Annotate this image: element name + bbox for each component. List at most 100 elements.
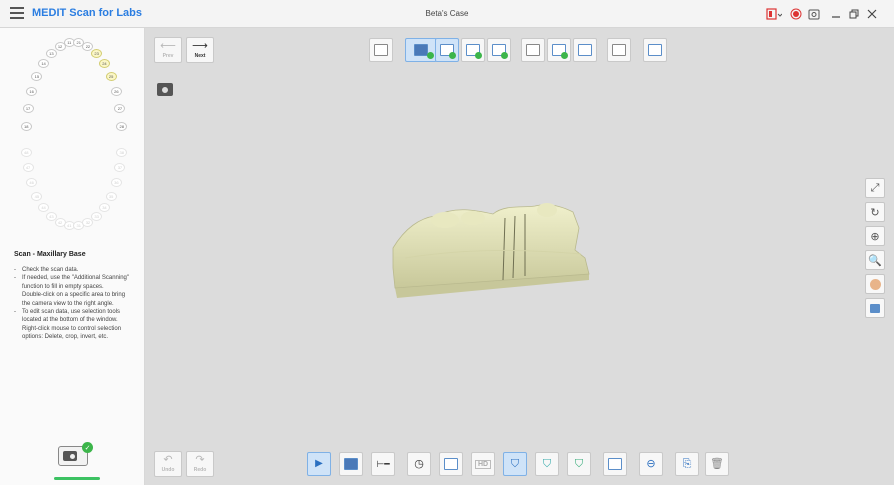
trash-icon: 🗑	[710, 457, 724, 470]
minimize-icon[interactable]	[828, 6, 844, 22]
scanner-settings-button[interactable]	[339, 452, 363, 476]
stage-die-button[interactable]	[461, 38, 485, 62]
scanner-status[interactable]: ✓	[56, 442, 93, 468]
export-button[interactable]: ⎘	[675, 452, 699, 476]
base-scan-icon	[444, 458, 458, 470]
check-icon	[561, 52, 568, 59]
camera-icon[interactable]	[157, 83, 173, 96]
additional-scan-button[interactable]: ◷	[407, 452, 431, 476]
scan-model[interactable]	[375, 188, 595, 308]
stage-mandible-button[interactable]	[487, 38, 511, 62]
tooth-23[interactable]: 23	[91, 48, 103, 58]
tooth-16[interactable]: 16	[26, 87, 38, 97]
tooth-edit-button[interactable]: ⛉	[567, 452, 591, 476]
check-icon	[475, 52, 482, 59]
instruction-item: If needed, use the "Additional Scanning"…	[14, 274, 132, 291]
zoom-in-out-icon[interactable]: ⊕	[865, 226, 885, 246]
tooth-13[interactable]: 13	[45, 48, 57, 58]
instruction-list: Check the scan data. If needed, use the …	[14, 266, 132, 342]
undo-label: Undo	[161, 467, 175, 473]
stage-antagonist-button[interactable]	[547, 38, 571, 62]
export-icon: ⎘	[682, 457, 692, 470]
undo-button[interactable]: ↶ Undo	[154, 451, 182, 477]
prev-button[interactable]: ⟵ Prev	[154, 37, 182, 63]
tooth-47[interactable]: 47	[22, 163, 34, 173]
stage-bite-button[interactable]	[573, 38, 597, 62]
tooth-48[interactable]: 48	[20, 147, 32, 157]
arrow-left-icon: ⟵	[160, 40, 176, 52]
check-icon	[501, 52, 508, 59]
scanner-settings-icon	[344, 458, 358, 470]
zoom-area-icon[interactable]: 🔍	[865, 250, 885, 270]
case-info-button[interactable]	[369, 38, 393, 62]
redo-button[interactable]: ↷ Redo	[186, 451, 214, 477]
texture-icon[interactable]	[865, 274, 885, 294]
play-scan-button[interactable]: ▶	[307, 452, 331, 476]
screenshot-icon[interactable]	[806, 6, 822, 22]
undo-icon: ↶	[163, 454, 173, 466]
redo-label: Redo	[193, 467, 207, 473]
check-icon	[427, 52, 434, 59]
complete-stage-button[interactable]	[643, 38, 667, 62]
view-mode-icon[interactable]	[865, 298, 885, 318]
tooth-24[interactable]: 24	[98, 58, 110, 68]
tooth-select-button[interactable]: ⛉	[503, 452, 527, 476]
tooth-15[interactable]: 15	[31, 71, 43, 81]
tooth-27[interactable]: 27	[114, 104, 126, 114]
sliders-icon	[612, 44, 626, 56]
additional-scan-icon: ◷	[414, 457, 424, 470]
base-scan-button[interactable]	[439, 452, 463, 476]
checklist-icon	[648, 44, 662, 56]
scanner-stage-icon	[414, 44, 428, 56]
play-icon: ▶	[315, 458, 323, 469]
lock-toggle-icon: ⊖	[646, 457, 656, 470]
ruler-button[interactable]: ⊢━	[371, 452, 395, 476]
tooth-34[interactable]: 34	[98, 202, 110, 212]
tooth-33[interactable]: 33	[91, 211, 103, 221]
lock-toggle-button[interactable]: ⊖	[639, 452, 663, 476]
hd-icon: HD	[474, 459, 492, 469]
copy-data-button[interactable]	[603, 452, 627, 476]
tooth-38[interactable]: 38	[116, 147, 128, 157]
instruction-item: Right-click mouse to control selection o…	[22, 325, 122, 341]
restore-icon[interactable]	[846, 6, 862, 22]
stage-occlusion-button[interactable]	[521, 38, 545, 62]
next-label: Next	[194, 53, 206, 59]
tooth-22[interactable]: 22	[82, 41, 94, 51]
instruction-item: Check the scan data.	[14, 266, 132, 275]
tooth-25[interactable]: 25	[105, 71, 117, 81]
occlusion-icon	[526, 44, 540, 56]
settings-stage-button[interactable]	[607, 38, 631, 62]
record-icon[interactable]	[788, 6, 804, 22]
next-button[interactable]: ⟶ Next	[186, 37, 214, 63]
prev-label: Prev	[162, 53, 174, 59]
scan-viewport[interactable]: ⟵ Prev ⟶ Next ⤢ ↻ ⊕ 🔍 ↶ Undo ↷ Redo ▶ ⊢━…	[145, 28, 894, 485]
close-icon[interactable]	[864, 6, 880, 22]
hd-toggle-button[interactable]: HD	[471, 452, 495, 476]
stage-maxillary-base-button[interactable]	[405, 38, 437, 62]
tooth-14[interactable]: 14	[38, 58, 50, 68]
connection-status-bar	[54, 477, 100, 480]
stage-maxilla-button[interactable]	[435, 38, 459, 62]
scanner-device-icon[interactable]	[764, 6, 784, 22]
tooth-28[interactable]: 28	[116, 122, 128, 132]
tooth-45[interactable]: 45	[31, 191, 43, 201]
tooth-36[interactable]: 36	[110, 178, 122, 188]
tooth-icon: ⛉	[510, 457, 520, 470]
texture-ball-icon	[869, 278, 881, 290]
step-title: Scan - Maxillary Base	[14, 251, 86, 258]
rotate-icon[interactable]: ↻	[865, 202, 885, 222]
tooth-18[interactable]: 18	[20, 122, 32, 132]
tooth-edit-icon: ⛉	[574, 457, 584, 470]
delete-button[interactable]: 🗑	[705, 452, 729, 476]
fit-to-screen-icon[interactable]: ⤢	[865, 178, 885, 198]
tooth-37[interactable]: 37	[114, 163, 126, 173]
tooth-35[interactable]: 35	[105, 191, 117, 201]
copy-data-icon	[608, 458, 622, 470]
tooth-add-button[interactable]: ⛉	[535, 452, 559, 476]
tooth-44[interactable]: 44	[38, 202, 50, 212]
tooth-46[interactable]: 46	[26, 178, 38, 188]
tooth-26[interactable]: 26	[110, 87, 122, 97]
bite-icon	[578, 44, 592, 56]
tooth-17[interactable]: 17	[22, 104, 34, 114]
